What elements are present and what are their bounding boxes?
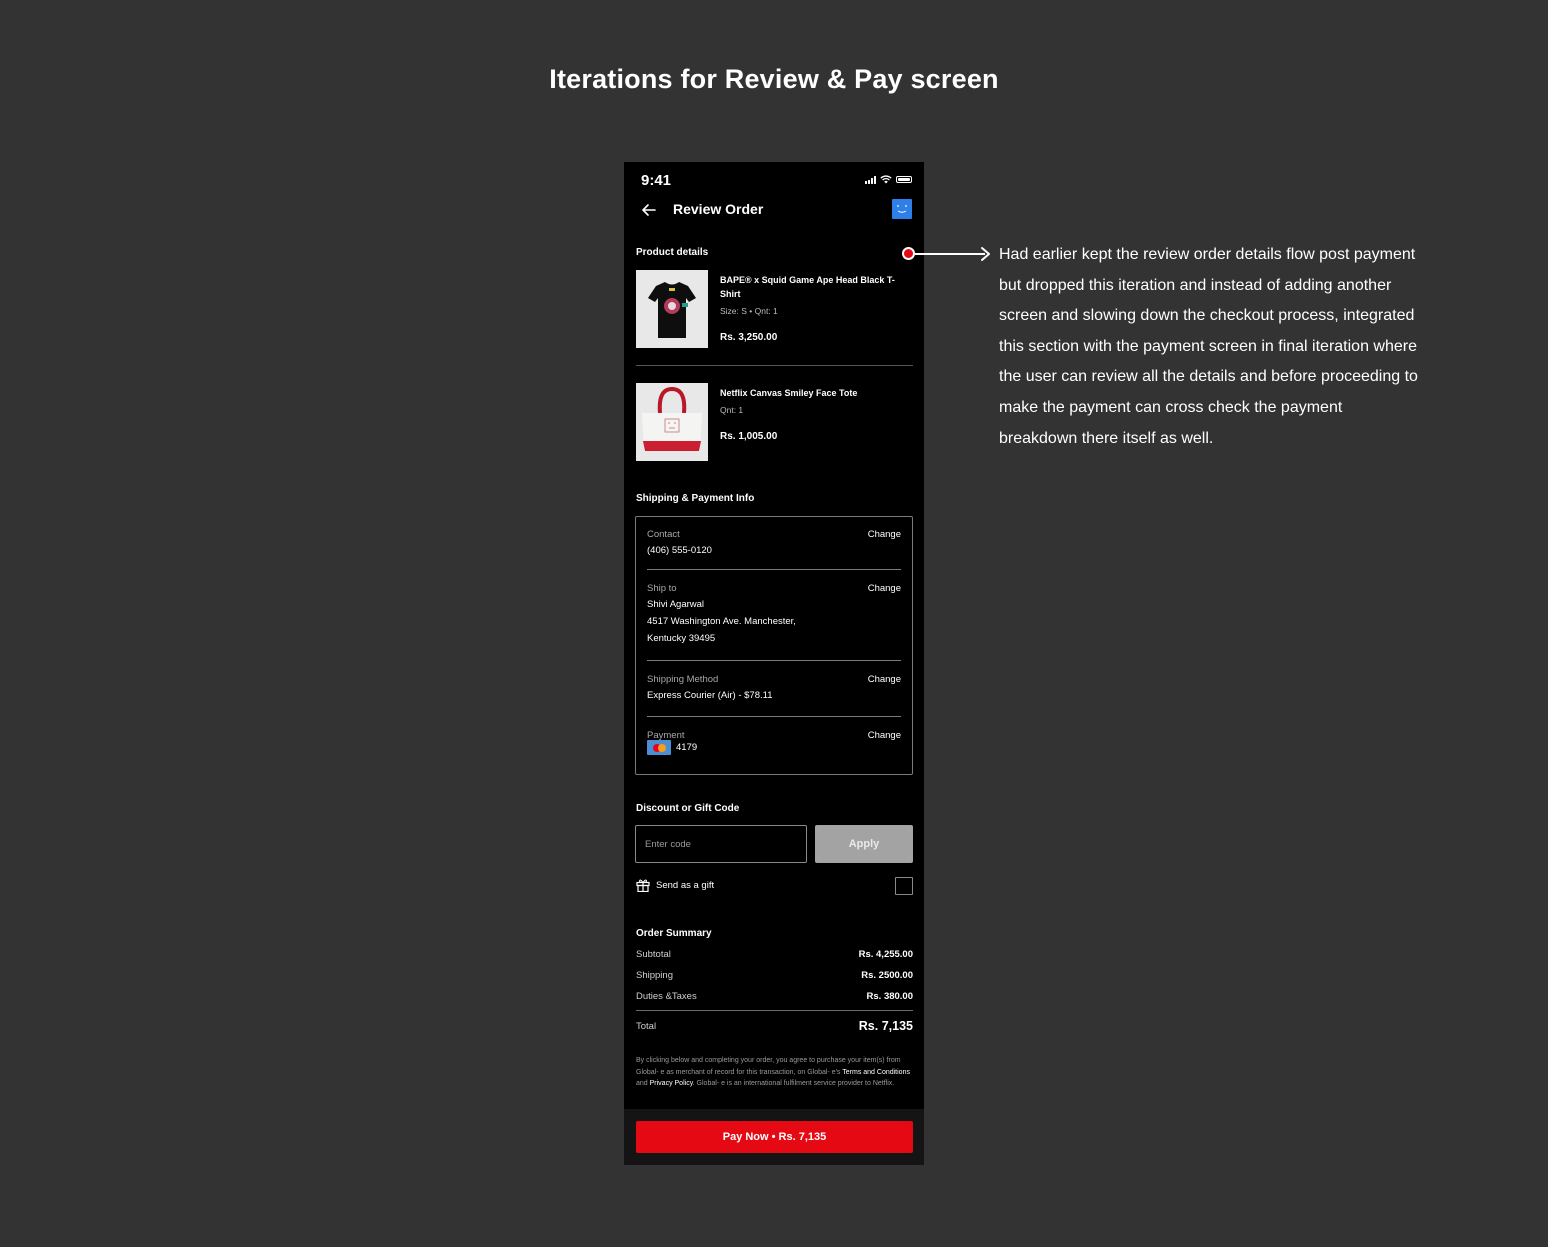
shipping-payment-card: Contact Change (406) 555-0120 Ship to Ch…: [635, 516, 913, 775]
status-icons: [865, 175, 912, 184]
tote-bag-image: [636, 383, 708, 461]
pay-now-button[interactable]: Pay Now • Rs. 7,135: [636, 1121, 913, 1153]
info-divider: [647, 716, 901, 717]
wifi-icon: [880, 175, 892, 184]
total-label: Total: [636, 1021, 657, 1032]
annotation-marker: [902, 247, 915, 260]
nav-bar: Review Order: [624, 198, 924, 222]
summary-divider: [636, 1010, 913, 1011]
phone-screen: 9:41 Review Order Product details BAPE® …: [624, 162, 924, 1165]
product-price: Rs. 3,250.00: [720, 332, 778, 343]
ship-to-row: Ship to Change Shivi Agarwal 4517 Washin…: [647, 583, 901, 653]
summary-label: Duties &Taxes: [636, 991, 697, 1002]
ship-to-address-line1: 4517 Washington Ave. Manchester,: [647, 616, 796, 627]
summary-row-subtotal: Subtotal Rs. 4,255.00: [636, 949, 913, 963]
product-name: BAPE® x Squid Game Ape Head Black T-Shir…: [720, 275, 895, 299]
apply-button[interactable]: Apply: [815, 825, 913, 863]
tshirt-image: [636, 270, 708, 348]
send-as-gift-checkbox[interactable]: [895, 877, 913, 895]
annotation-connector: [915, 253, 985, 255]
checkout-footer: Pay Now • Rs. 7,135: [624, 1109, 924, 1165]
change-payment-link[interactable]: Change: [868, 730, 901, 741]
product-meta: Size: S • Qnt: 1: [720, 306, 778, 316]
shipping-method-row: Shipping Method Change Express Courier (…: [647, 674, 901, 714]
product-details-heading: Product details: [636, 247, 709, 258]
summary-value: Rs. 4,255.00: [858, 949, 913, 960]
status-bar: 9:41: [624, 162, 924, 198]
contact-value: (406) 555-0120: [647, 545, 712, 556]
product-item: BAPE® x Squid Game Ape Head Black T-Shir…: [636, 270, 912, 350]
screen-title: Review Order: [673, 201, 764, 217]
summary-row-total: Total Rs. 7,135: [636, 1019, 913, 1035]
page-title: Iterations for Review & Pay screen: [549, 64, 999, 94]
smiley-profile-icon: [897, 205, 907, 213]
legal-text: . Global- e is an international fulfilme…: [692, 1080, 895, 1087]
summary-value: Rs. 2500.00: [861, 970, 913, 981]
legal-disclaimer: By clicking below and completing your or…: [636, 1055, 912, 1090]
terms-link[interactable]: Terms and Conditions: [842, 1069, 910, 1076]
payment-row: Payment Change 4179: [647, 730, 901, 766]
arrow-right-icon: [981, 247, 990, 261]
cellular-signal-icon: [865, 175, 876, 184]
discount-heading: Discount or Gift Code: [636, 803, 740, 814]
contact-row: Contact Change (406) 555-0120: [647, 529, 901, 569]
summary-label: Subtotal: [636, 949, 671, 960]
contact-label: Contact: [647, 529, 680, 540]
send-as-gift-row: Send as a gift: [636, 877, 913, 895]
info-divider: [647, 569, 901, 570]
annotation-note: Had earlier kept the review order detail…: [999, 246, 1418, 447]
product-name: Netflix Canvas Smiley Face Tote: [720, 388, 858, 398]
change-contact-link[interactable]: Change: [868, 529, 901, 540]
discount-code-input[interactable]: [635, 825, 807, 863]
total-value: Rs. 7,135: [858, 1019, 913, 1033]
mastercard-icon: [647, 740, 671, 755]
privacy-policy-link[interactable]: Privacy Policy: [650, 1080, 693, 1087]
shipping-method-label: Shipping Method: [647, 674, 719, 685]
product-meta: Qnt: 1: [720, 405, 744, 415]
shipping-method-value: Express Courier (Air) - $78.11: [647, 690, 773, 701]
send-as-gift-label: Send as a gift: [656, 880, 715, 891]
info-divider: [647, 660, 901, 661]
product-divider: [636, 365, 913, 366]
summary-row-duties-taxes: Duties &Taxes Rs. 380.00: [636, 991, 913, 1005]
change-ship-to-link[interactable]: Change: [868, 583, 901, 594]
change-shipping-method-link[interactable]: Change: [868, 674, 901, 685]
card-last-digits: 4179: [676, 742, 698, 753]
shipping-payment-heading: Shipping & Payment Info: [636, 493, 755, 504]
summary-value: Rs. 380.00: [866, 991, 913, 1002]
order-summary-heading: Order Summary: [636, 928, 712, 939]
summary-row-shipping: Shipping Rs. 2500.00: [636, 970, 913, 984]
ship-to-label: Ship to: [647, 583, 677, 594]
summary-label: Shipping: [636, 970, 673, 981]
ship-to-address-line2: Kentucky 39495: [647, 633, 716, 644]
gift-icon: [636, 879, 650, 892]
legal-text: and: [636, 1080, 650, 1087]
profile-avatar[interactable]: [892, 199, 912, 219]
battery-icon: [896, 176, 912, 183]
product-price: Rs. 1,005.00: [720, 431, 778, 442]
status-time: 9:41: [641, 172, 672, 189]
ship-to-name: Shivi Agarwal: [647, 599, 705, 610]
product-item: Netflix Canvas Smiley Face Tote Qnt: 1 R…: [636, 383, 912, 463]
arrow-left-icon[interactable]: [641, 202, 657, 218]
